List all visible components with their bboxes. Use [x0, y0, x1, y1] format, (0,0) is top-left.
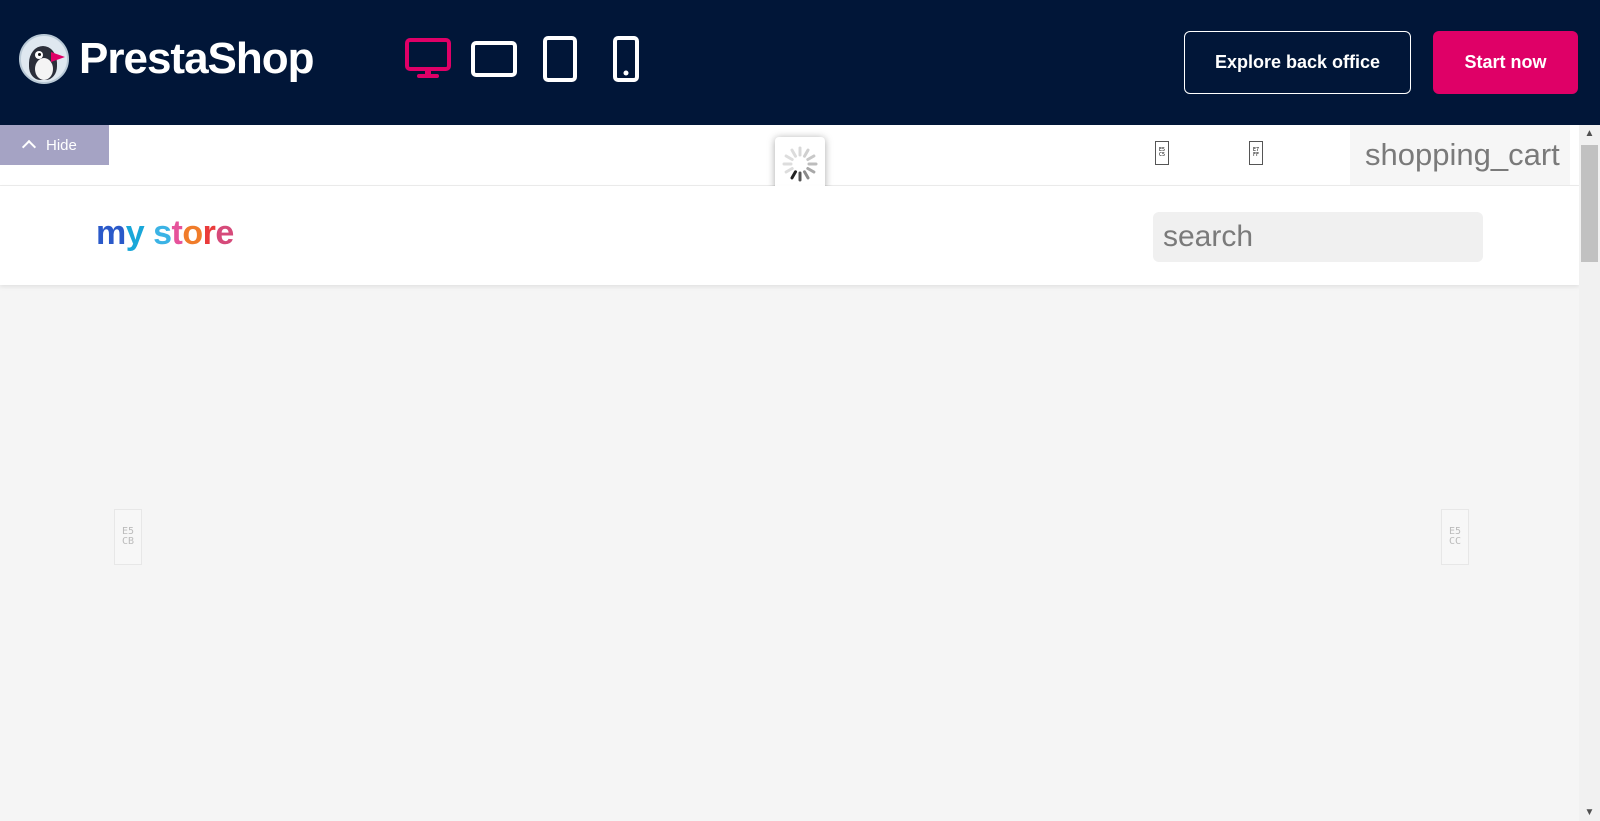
language-selector-icon[interactable]: E5 C5 — [1155, 141, 1169, 165]
store-logo[interactable]: my store — [96, 214, 234, 253]
shopping-cart-button[interactable]: shopping_cart — [1350, 125, 1570, 185]
user-account-icon[interactable]: E7 FF — [1249, 141, 1263, 165]
demo-topbar: PrestaShop Explore back office Start now — [0, 0, 1600, 125]
tablet-portrait-icon — [543, 36, 577, 82]
carousel-next-icon[interactable]: E5 CC — [1441, 509, 1469, 565]
store-preview: Hide E5 C5 E7 FF shopping_cart my store … — [0, 125, 1579, 821]
explore-back-office-button[interactable]: Explore back office — [1184, 31, 1411, 94]
hide-button[interactable]: Hide — [0, 125, 109, 165]
search-input[interactable] — [1153, 212, 1483, 262]
mobile-icon — [613, 36, 639, 82]
prestashop-brand[interactable]: PrestaShop — [19, 33, 315, 85]
scroll-thumb[interactable] — [1581, 145, 1598, 262]
store-nav-bar: Hide E5 C5 E7 FF shopping_cart — [0, 125, 1579, 191]
carousel-prev-icon[interactable]: E5 CB — [114, 509, 142, 565]
start-now-button[interactable]: Start now — [1433, 31, 1578, 94]
preview-scrollbar[interactable]: ▲ ▼ — [1579, 125, 1600, 821]
tablet-landscape-view-button[interactable] — [471, 36, 517, 82]
spinner-icon — [782, 146, 818, 182]
desktop-view-button[interactable] — [405, 36, 451, 82]
desktop-icon — [405, 38, 451, 78]
brand-name: PrestaShop — [79, 34, 315, 83]
scroll-down-icon[interactable]: ▼ — [1579, 804, 1600, 821]
mobile-view-button[interactable] — [603, 36, 649, 82]
hide-label: Hide — [46, 136, 77, 154]
store-header: my store — [0, 186, 1579, 285]
chevron-up-icon — [21, 139, 37, 155]
loading-spinner — [775, 137, 825, 191]
device-switcher — [405, 36, 649, 82]
tablet-portrait-view-button[interactable] — [537, 36, 583, 82]
tablet-landscape-icon — [471, 41, 517, 77]
scroll-up-icon[interactable]: ▲ — [1579, 125, 1600, 142]
prestashop-puffin-logo — [19, 34, 69, 84]
